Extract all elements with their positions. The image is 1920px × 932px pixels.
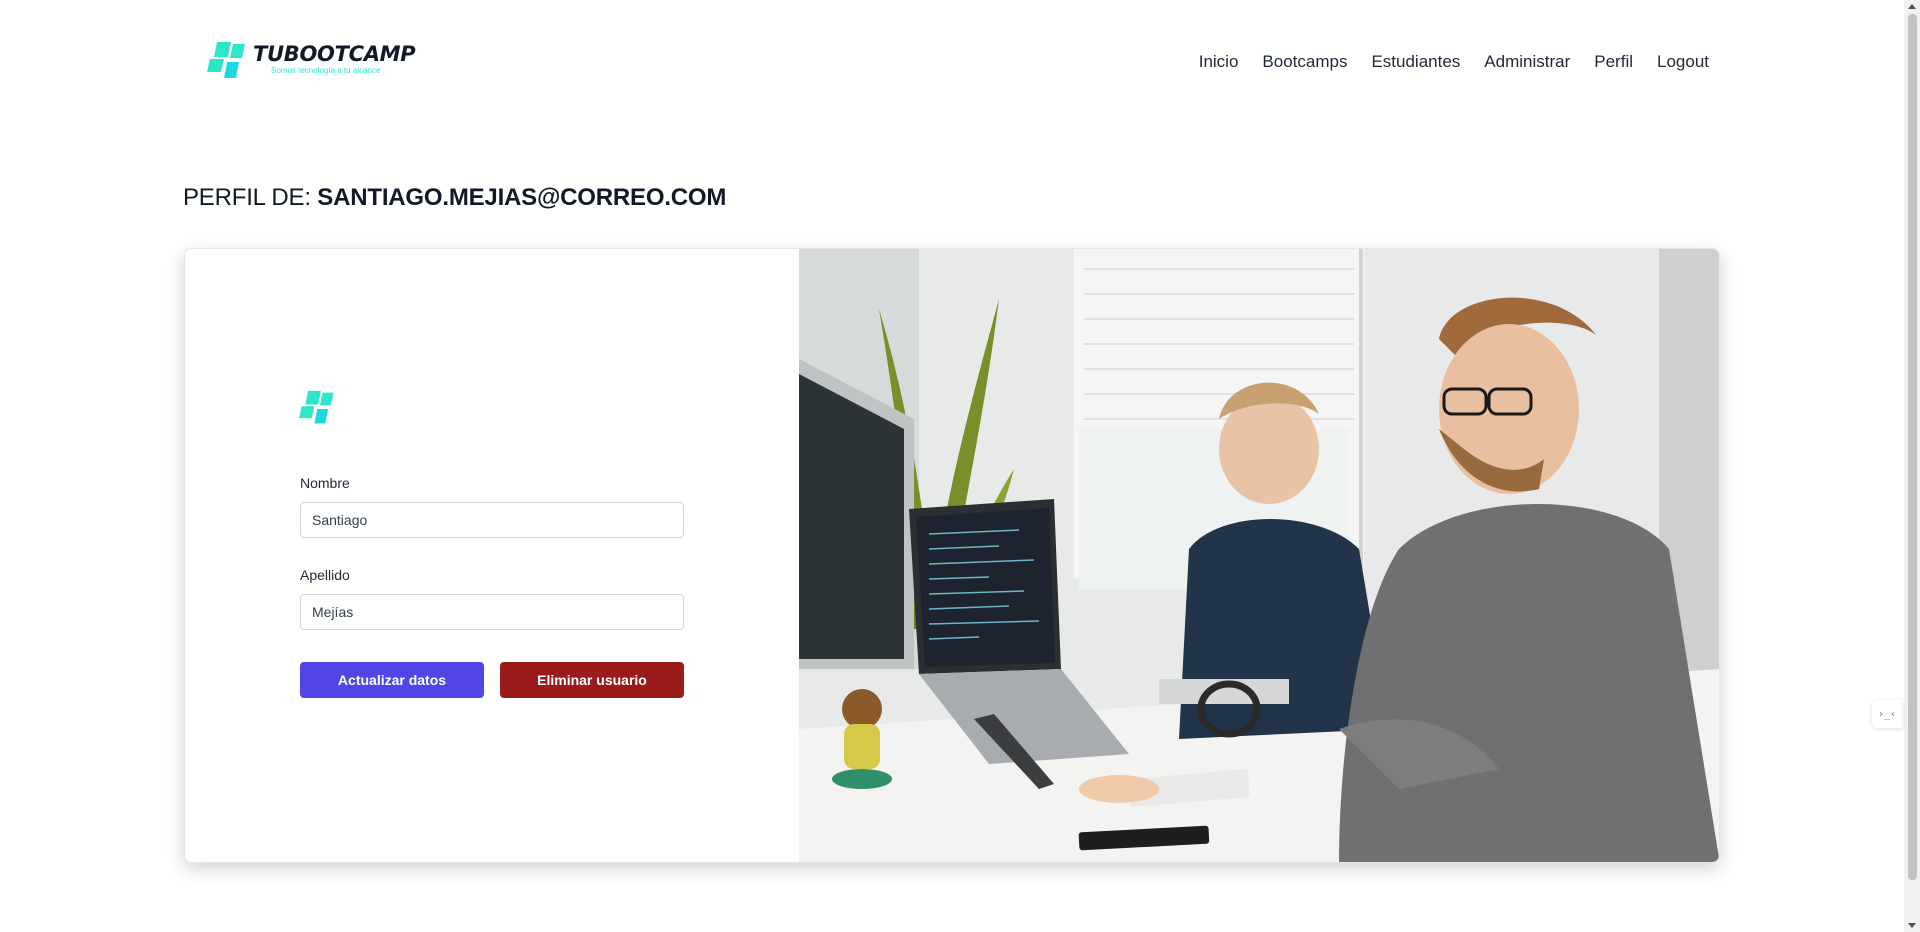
nav-link-administrar[interactable]: Administrar: [1484, 52, 1570, 72]
delete-user-button[interactable]: Eliminar usuario: [500, 662, 684, 698]
form-logo-icon: [299, 390, 334, 424]
logo-mark-icon: [207, 42, 245, 78]
profile-card: Nombre Apellido Actualizar datos Elimina…: [184, 248, 1720, 863]
nav-link-estudiantes[interactable]: Estudiantes: [1371, 52, 1460, 72]
scroll-up-arrow-icon[interactable]: [1908, 4, 1916, 9]
scroll-thumb[interactable]: [1908, 14, 1917, 880]
nav-link-perfil[interactable]: Perfil: [1594, 52, 1633, 72]
nav-link-logout[interactable]: Logout: [1657, 52, 1709, 72]
scroll-down-arrow-icon[interactable]: [1908, 923, 1916, 928]
code-icon: ›_‹: [1877, 708, 1897, 720]
brand-name: TUBOOTCAMP: [253, 42, 416, 66]
profile-email: SANTIAGO.MEJIAS@CORREO.COM: [317, 184, 727, 211]
apellido-label: Apellido: [300, 567, 350, 583]
navbar: TUBOOTCAMP Somos tecnología a tu alcance…: [0, 0, 1904, 120]
logo-text: TUBOOTCAMP Somos tecnología a tu alcance: [253, 42, 416, 75]
profile-form: Nombre Apellido Actualizar datos Elimina…: [185, 249, 799, 862]
brand-tagline: Somos tecnología a tu alcance: [271, 66, 381, 75]
extension-widget[interactable]: ›_‹: [1872, 700, 1902, 728]
nombre-label: Nombre: [300, 475, 350, 491]
apellido-input[interactable]: [300, 594, 684, 630]
nombre-input[interactable]: [300, 502, 684, 538]
update-button[interactable]: Actualizar datos: [300, 662, 484, 698]
nav-link-inicio[interactable]: Inicio: [1199, 52, 1239, 72]
nav-menu: Inicio Bootcamps Estudiantes Administrar…: [1199, 52, 1709, 72]
brand-logo[interactable]: TUBOOTCAMP Somos tecnología a tu alcance: [207, 40, 416, 84]
page-title-prefix: PERFIL DE:: [183, 184, 311, 211]
page-scrollbar[interactable]: [1904, 0, 1920, 932]
office-photo: [799, 249, 1719, 862]
nav-link-bootcamps[interactable]: Bootcamps: [1262, 52, 1347, 72]
page-title: PERFIL DE: SANTIAGO.MEJIAS@CORREO.COM: [183, 184, 726, 212]
